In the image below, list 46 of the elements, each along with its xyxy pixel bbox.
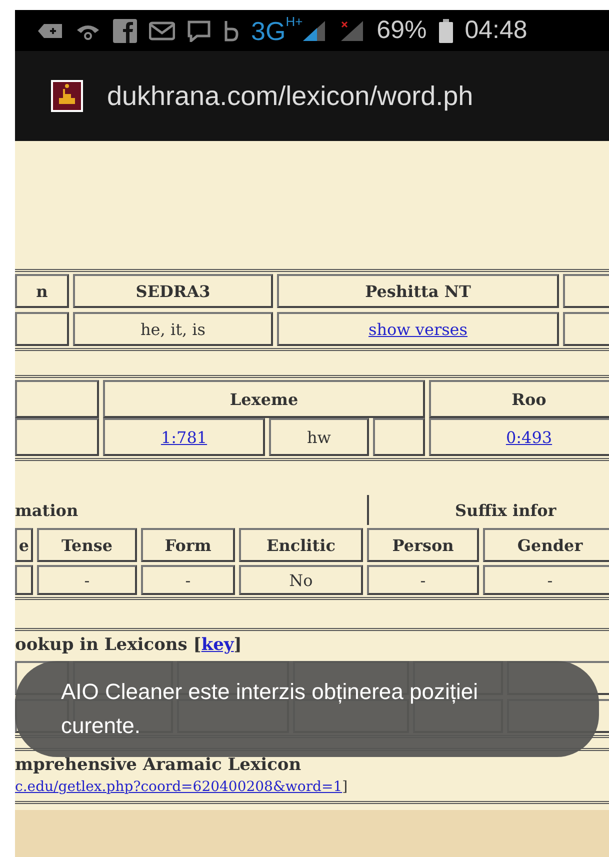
- table-cell: [563, 312, 609, 346]
- table-link[interactable]: 0:493: [506, 428, 552, 446]
- table-link[interactable]: 1:781: [160, 428, 208, 446]
- site-favicon-icon: [51, 80, 83, 112]
- table-cell: No: [239, 565, 363, 595]
- battery-level: 69%: [376, 16, 427, 45]
- table-cell: -: [483, 565, 609, 595]
- table-header: Tense: [37, 528, 137, 562]
- table-header: Person: [367, 528, 479, 562]
- table-cell: -: [141, 565, 235, 595]
- toast-message: AIO Cleaner este interzis obținerea poziției curente.: [15, 661, 599, 757]
- table-header: SEDRA3: [73, 274, 273, 308]
- clock: 04:48: [464, 16, 528, 45]
- lexicon-link[interactable]: c.edu/getlex.php?coord=620400208&word=1: [15, 779, 342, 795]
- table-cell: he, it, is: [73, 312, 273, 346]
- section-title: mprehensive Aramaic Lexicon: [15, 754, 302, 777]
- table-header: [563, 274, 609, 308]
- battery-icon: [438, 18, 453, 42]
- table-cell: [15, 312, 69, 346]
- facebook-icon: [113, 18, 137, 42]
- section-title: ookup in Lexicons [key]: [15, 634, 243, 657]
- app-notification-icon: [223, 20, 239, 42]
- table-header: Roo: [429, 380, 609, 418]
- mail-icon: [149, 20, 175, 40]
- key-link[interactable]: key: [201, 635, 234, 655]
- network-type: 3G$^{H+}$: [251, 14, 303, 47]
- table-header: e: [15, 528, 33, 562]
- chat-icon: [187, 20, 211, 42]
- no-signal-icon: [338, 20, 365, 42]
- table-header: Form: [141, 528, 235, 562]
- table-cell: hw: [269, 418, 369, 456]
- table-header: Enclitic: [239, 528, 363, 562]
- group-header: mation: [15, 500, 80, 522]
- table-link[interactable]: show verses: [368, 320, 468, 338]
- table-cell: -: [37, 565, 137, 595]
- table-cell: [373, 418, 425, 456]
- table-cell: [15, 565, 33, 595]
- url-text[interactable]: dukhrana.com/lexicon/word.ph: [107, 80, 474, 112]
- table-cell: -: [367, 565, 479, 595]
- signal-icon: [300, 20, 327, 42]
- table-header: Gender: [483, 528, 609, 562]
- group-header: Suffix infor: [367, 495, 609, 525]
- table-header: n: [15, 274, 69, 308]
- lexicon-url-line: c.edu/getlex.php?coord=620400208&word=1]: [15, 779, 349, 795]
- table-header: Peshitta NT: [277, 274, 559, 308]
- table-header: Lexeme: [103, 380, 425, 418]
